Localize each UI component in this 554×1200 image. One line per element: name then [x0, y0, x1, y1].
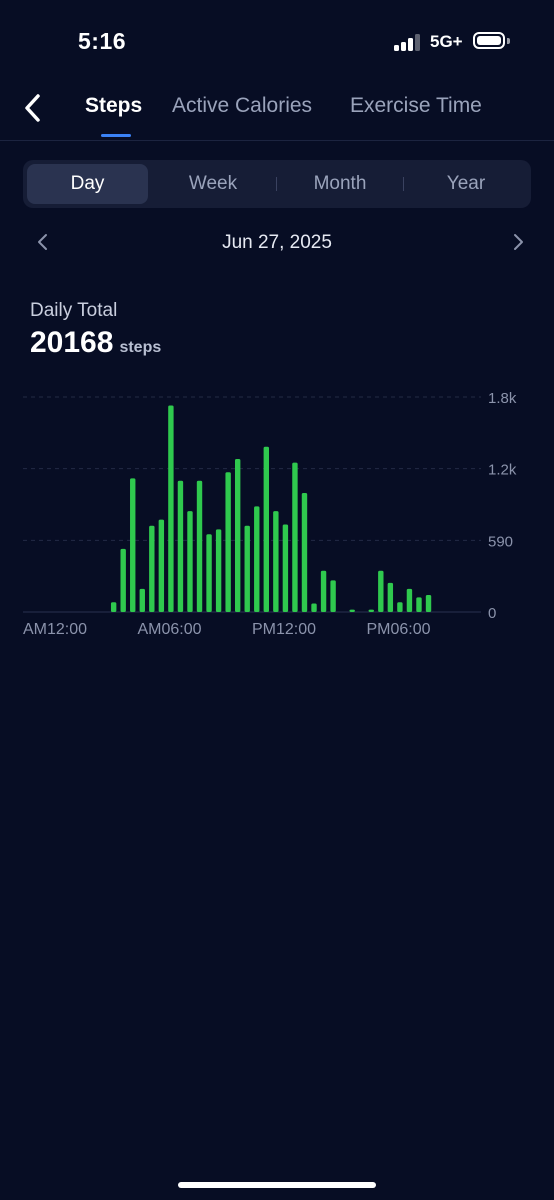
- steps-bar[interactable]: [292, 462, 298, 612]
- steps-bar[interactable]: [320, 570, 327, 612]
- steps-bar[interactable]: [177, 480, 184, 612]
- range-day[interactable]: Day: [27, 164, 148, 204]
- steps-bar[interactable]: [273, 511, 279, 612]
- x-tick-label: AM12:00: [23, 621, 87, 638]
- steps-bar[interactable]: [330, 580, 336, 612]
- steps-bar[interactable]: [110, 602, 117, 612]
- steps-bar[interactable]: [244, 525, 250, 612]
- metric-tabs: Steps Active Calories Exercise Time: [0, 80, 554, 140]
- status-time: 5:16: [78, 28, 127, 54]
- battery-icon: [473, 32, 505, 49]
- steps-bar[interactable]: [406, 588, 413, 612]
- tab-exercise-time[interactable]: Exercise Time: [350, 94, 482, 118]
- date-navigator: Jun 27, 2025: [0, 222, 554, 264]
- active-tab-indicator: [101, 134, 131, 137]
- current-date: Jun 27, 2025: [222, 232, 332, 253]
- range-year[interactable]: Year: [405, 164, 527, 204]
- steps-bar[interactable]: [120, 548, 126, 612]
- header-divider: [0, 140, 554, 141]
- x-tick-label: PM06:00: [367, 621, 431, 638]
- steps-bar[interactable]: [130, 478, 136, 612]
- tab-steps[interactable]: Steps: [85, 94, 142, 118]
- steps-bar[interactable]: [263, 446, 270, 612]
- x-tick-label: AM06:00: [138, 621, 202, 638]
- x-tick-label: PM12:00: [252, 621, 316, 638]
- steps-bar[interactable]: [301, 492, 308, 612]
- network-type: 5G+: [430, 32, 463, 51]
- daily-total-unit: steps: [119, 339, 162, 356]
- steps-bar[interactable]: [168, 405, 174, 613]
- range-selector: Day Week Month Year: [23, 160, 531, 208]
- steps-bar[interactable]: [149, 525, 155, 612]
- steps-bar[interactable]: [158, 519, 165, 612]
- home-indicator: [178, 1182, 376, 1188]
- back-arrow-icon[interactable]: [20, 92, 48, 124]
- cellular-signal-icon: [394, 33, 422, 51]
- steps-bar[interactable]: [311, 603, 317, 613]
- range-separator: [276, 177, 277, 191]
- range-separator: [403, 177, 404, 191]
- steps-bar[interactable]: [196, 480, 203, 612]
- steps-bar[interactable]: [425, 594, 432, 612]
- range-month[interactable]: Month: [278, 164, 402, 204]
- steps-bar[interactable]: [368, 609, 374, 612]
- range-week[interactable]: Week: [152, 164, 274, 204]
- daily-total-label: Daily Total: [30, 300, 118, 321]
- status-bar: 5:16 5G+: [0, 0, 554, 80]
- steps-bar[interactable]: [387, 582, 394, 612]
- y-tick-label: 0: [488, 605, 496, 622]
- steps-bar[interactable]: [234, 458, 241, 612]
- steps-bar[interactable]: [397, 602, 403, 612]
- tab-active-calories[interactable]: Active Calories: [172, 94, 312, 118]
- battery-cap: [507, 38, 510, 44]
- y-tick-label: 590: [488, 533, 513, 550]
- steps-bar[interactable]: [225, 472, 231, 612]
- steps-bar[interactable]: [416, 597, 422, 612]
- steps-bar[interactable]: [254, 506, 260, 612]
- steps-bar-chart: 1.8k 1.2k 590 0 AM12:00 AM06:00 PM12:00 PM06:00: [23, 390, 517, 638]
- chevron-right-icon[interactable]: [511, 232, 525, 252]
- y-tick-label: 1.2k: [488, 462, 517, 479]
- y-tick-label: 1.8k: [488, 390, 517, 407]
- daily-total-value: 20168 steps: [30, 326, 161, 360]
- steps-bar[interactable]: [187, 511, 193, 612]
- steps-bar[interactable]: [215, 529, 222, 612]
- daily-total-number: 20168: [30, 326, 114, 359]
- steps-bar[interactable]: [139, 588, 145, 612]
- steps-bar[interactable]: [206, 534, 212, 612]
- steps-bar[interactable]: [282, 524, 289, 612]
- steps-bar[interactable]: [378, 570, 384, 612]
- steps-bar[interactable]: [349, 609, 355, 612]
